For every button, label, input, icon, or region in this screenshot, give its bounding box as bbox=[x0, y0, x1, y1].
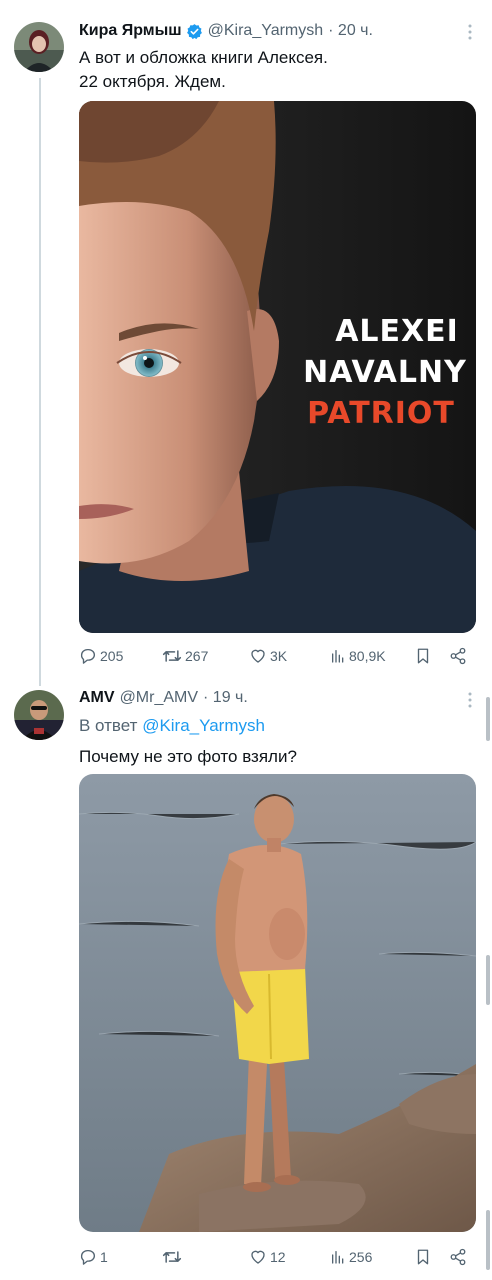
share-button[interactable] bbox=[449, 643, 467, 669]
cover-title-line1: ALEXEI bbox=[335, 314, 459, 349]
scrollbar-thumb[interactable] bbox=[486, 1210, 490, 1270]
reply-button[interactable]: 205 bbox=[79, 643, 123, 669]
more-options-icon[interactable] bbox=[468, 692, 472, 712]
views-count: 80,9K bbox=[349, 648, 386, 664]
like-button[interactable]: 12 bbox=[249, 1244, 286, 1270]
like-button[interactable]: 3K bbox=[249, 643, 287, 669]
reply-prefix: В ответ bbox=[79, 716, 138, 735]
tweet-actions: 1 12 256 bbox=[79, 1244, 476, 1270]
more-options-icon[interactable] bbox=[468, 24, 472, 44]
share-icon bbox=[450, 1248, 466, 1266]
author-handle[interactable]: @Mr_AMV bbox=[120, 689, 198, 707]
tweet-text-line: 22 октября. Ждем. bbox=[79, 72, 226, 91]
views-icon bbox=[332, 650, 344, 663]
heart-icon bbox=[251, 649, 265, 663]
views-button[interactable]: 256 bbox=[330, 1244, 372, 1270]
scrollbar-thumb[interactable] bbox=[486, 697, 490, 741]
tweet-amv-reply[interactable]: AMV @Mr_AMV · 19 ч. В ответ @Kira_Yarmys… bbox=[0, 680, 492, 1280]
heart-icon bbox=[251, 1250, 265, 1264]
timestamp[interactable]: · 19 ч. bbox=[203, 689, 248, 707]
tweet-text: Почему не это фото взяли? bbox=[79, 745, 297, 769]
avatar[interactable] bbox=[14, 690, 64, 740]
bookmark-button[interactable] bbox=[415, 643, 431, 669]
share-button[interactable] bbox=[449, 1244, 467, 1270]
tweet-text: А вот и обложка книги Алексея. 22 октябр… bbox=[79, 46, 328, 94]
book-cover-image[interactable]: ALEXEI NAVALNY PATRIOT bbox=[79, 101, 476, 633]
bookmark-button[interactable] bbox=[415, 1244, 431, 1270]
replying-to: В ответ @Kira_Yarmysh bbox=[79, 715, 265, 737]
tweet-actions: 205 267 3K 80,9K bbox=[79, 643, 476, 669]
views-button[interactable]: 80,9K bbox=[330, 643, 386, 669]
bookmark-icon bbox=[417, 1249, 429, 1265]
retweet-icon bbox=[162, 1251, 182, 1263]
attached-photo[interactable] bbox=[79, 774, 476, 1232]
cover-title-line3: PATRIOT bbox=[307, 396, 455, 431]
views-count: 256 bbox=[349, 1249, 373, 1265]
retweet-count: 267 bbox=[185, 648, 209, 664]
reply-button[interactable]: 1 bbox=[79, 1244, 108, 1270]
cover-title-line2: NAVALNY bbox=[303, 355, 467, 390]
like-count: 12 bbox=[270, 1249, 286, 1265]
reply-mention-link[interactable]: @Kira_Yarmysh bbox=[142, 716, 265, 735]
timestamp[interactable]: · 20 ч. bbox=[328, 22, 373, 40]
retweet-button[interactable] bbox=[162, 1244, 185, 1270]
verified-badge-icon bbox=[186, 23, 203, 40]
tweet-text-line: А вот и обложка книги Алексея. bbox=[79, 48, 328, 67]
author-name[interactable]: Кира Ярмыш bbox=[79, 22, 182, 40]
retweet-button[interactable]: 267 bbox=[162, 643, 208, 669]
share-icon bbox=[450, 647, 466, 665]
scrollbar-thumb[interactable] bbox=[486, 955, 490, 1005]
tweet-kira-yarmysh[interactable]: Кира Ярмыш @Kira_Yarmysh · 20 ч. А вот и… bbox=[0, 0, 492, 680]
author-name[interactable]: AMV bbox=[79, 689, 115, 707]
reply-count: 1 bbox=[100, 1249, 108, 1265]
views-icon bbox=[332, 1251, 344, 1264]
tweet-text-line: Почему не это фото взяли? bbox=[79, 747, 297, 766]
avatar[interactable] bbox=[14, 22, 64, 72]
tweet-header: Кира Ярмыш @Kira_Yarmysh · 20 ч. bbox=[79, 20, 373, 42]
author-handle[interactable]: @Kira_Yarmysh bbox=[208, 22, 324, 40]
tweet-header: AMV @Mr_AMV · 19 ч. bbox=[79, 687, 248, 709]
retweet-icon bbox=[162, 650, 182, 662]
reply-icon bbox=[80, 648, 96, 664]
bookmark-icon bbox=[417, 648, 429, 664]
reply-count: 205 bbox=[100, 648, 124, 664]
like-count: 3K bbox=[270, 648, 288, 664]
reply-icon bbox=[80, 1249, 96, 1265]
